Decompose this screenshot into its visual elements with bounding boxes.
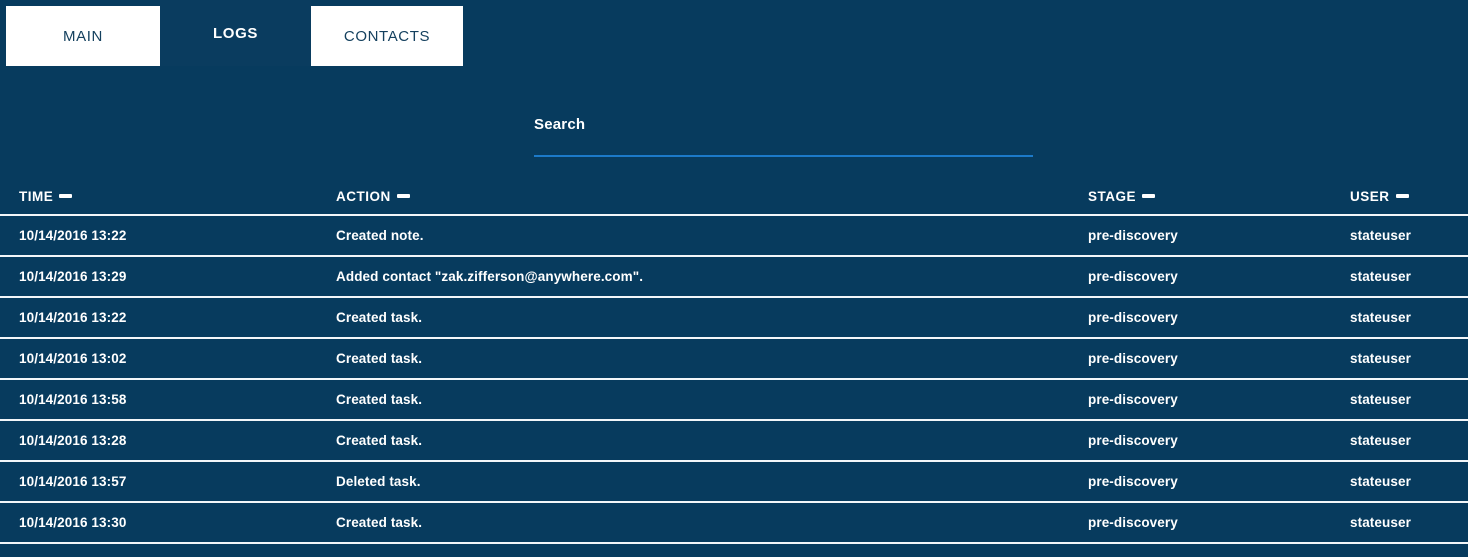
cell-time: 10/14/2016 13:28 <box>19 433 127 448</box>
tab-bar: MAIN LOGS CONTACTS <box>0 0 1468 66</box>
cell-user: stateuser <box>1350 228 1411 243</box>
dash-icon <box>1395 194 1409 198</box>
table-row[interactable]: 10/14/2016 13:22 Created task. pre-disco… <box>0 298 1468 339</box>
column-header-user-label: USER <box>1350 188 1390 204</box>
cell-stage: pre-discovery <box>1088 310 1178 325</box>
cell-stage: pre-discovery <box>1088 351 1178 366</box>
cell-action: Created task. <box>336 433 423 448</box>
cell-user: stateuser <box>1350 351 1411 366</box>
cell-action: Created task. <box>336 392 423 407</box>
cell-stage: pre-discovery <box>1088 474 1178 489</box>
column-header-time-label: TIME <box>19 188 54 204</box>
cell-user: stateuser <box>1350 392 1411 407</box>
table-row[interactable]: 10/14/2016 13:30 Created task. pre-disco… <box>0 503 1468 544</box>
table-row[interactable]: 10/14/2016 13:29 Added contact "zak.ziff… <box>0 257 1468 298</box>
table-row[interactable]: 10/14/2016 13:02 Created task. pre-disco… <box>0 339 1468 380</box>
column-header-action-label: ACTION <box>336 188 391 204</box>
tab-contacts[interactable]: CONTACTS <box>311 6 463 66</box>
cell-user: stateuser <box>1350 269 1411 284</box>
cell-time: 10/14/2016 13:58 <box>19 392 127 407</box>
table-row[interactable]: 10/14/2016 13:58 Created task. pre-disco… <box>0 380 1468 421</box>
search-label: Search <box>534 116 586 133</box>
search-field-group: Search <box>534 116 1033 157</box>
tab-contacts-label: CONTACTS <box>343 27 431 45</box>
cell-time: 10/14/2016 13:30 <box>19 515 127 530</box>
dash-icon <box>1142 194 1156 198</box>
column-header-stage[interactable]: STAGE <box>1088 189 1350 204</box>
cell-time: 10/14/2016 13:02 <box>19 351 127 366</box>
tab-main[interactable]: MAIN <box>6 6 160 66</box>
column-header-stage-label: STAGE <box>1088 188 1137 204</box>
cell-action: Deleted task. <box>336 474 421 489</box>
cell-action: Created note. <box>336 228 424 243</box>
logs-table: TIME ACTION STAGE USER 10/14/2016 13:22 … <box>0 178 1468 544</box>
table-row[interactable]: 10/14/2016 13:22 Created note. pre-disco… <box>0 216 1468 257</box>
tab-main-label: MAIN <box>63 27 103 45</box>
cell-stage: pre-discovery <box>1088 515 1178 530</box>
cell-action: Created task. <box>336 351 423 366</box>
dash-icon <box>59 194 73 198</box>
cell-time: 10/14/2016 13:22 <box>19 228 127 243</box>
cell-stage: pre-discovery <box>1088 228 1178 243</box>
cell-user: stateuser <box>1350 474 1411 489</box>
cell-user: stateuser <box>1350 433 1411 448</box>
cell-action: Added contact "zak.zifferson@anywhere.co… <box>336 269 644 284</box>
column-header-user[interactable]: USER <box>1350 189 1468 204</box>
cell-stage: pre-discovery <box>1088 269 1178 284</box>
cell-user: stateuser <box>1350 515 1411 530</box>
search-input[interactable] <box>534 139 1033 157</box>
cell-action: Created task. <box>336 515 423 530</box>
cell-stage: pre-discovery <box>1088 392 1178 407</box>
cell-time: 10/14/2016 13:57 <box>19 474 127 489</box>
dash-icon <box>396 194 410 198</box>
cell-time: 10/14/2016 13:22 <box>19 310 127 325</box>
cell-user: stateuser <box>1350 310 1411 325</box>
table-row[interactable]: 10/14/2016 13:57 Deleted task. pre-disco… <box>0 462 1468 503</box>
column-header-time[interactable]: TIME <box>0 189 336 204</box>
column-header-action[interactable]: ACTION <box>336 189 1088 204</box>
cell-action: Created task. <box>336 310 423 325</box>
cell-time: 10/14/2016 13:29 <box>19 269 127 284</box>
tab-logs[interactable]: LOGS <box>160 0 311 66</box>
table-header-row: TIME ACTION STAGE USER <box>0 178 1468 216</box>
tab-logs-label: LOGS <box>213 24 258 42</box>
table-row[interactable]: 10/14/2016 13:28 Created task. pre-disco… <box>0 421 1468 462</box>
cell-stage: pre-discovery <box>1088 433 1178 448</box>
